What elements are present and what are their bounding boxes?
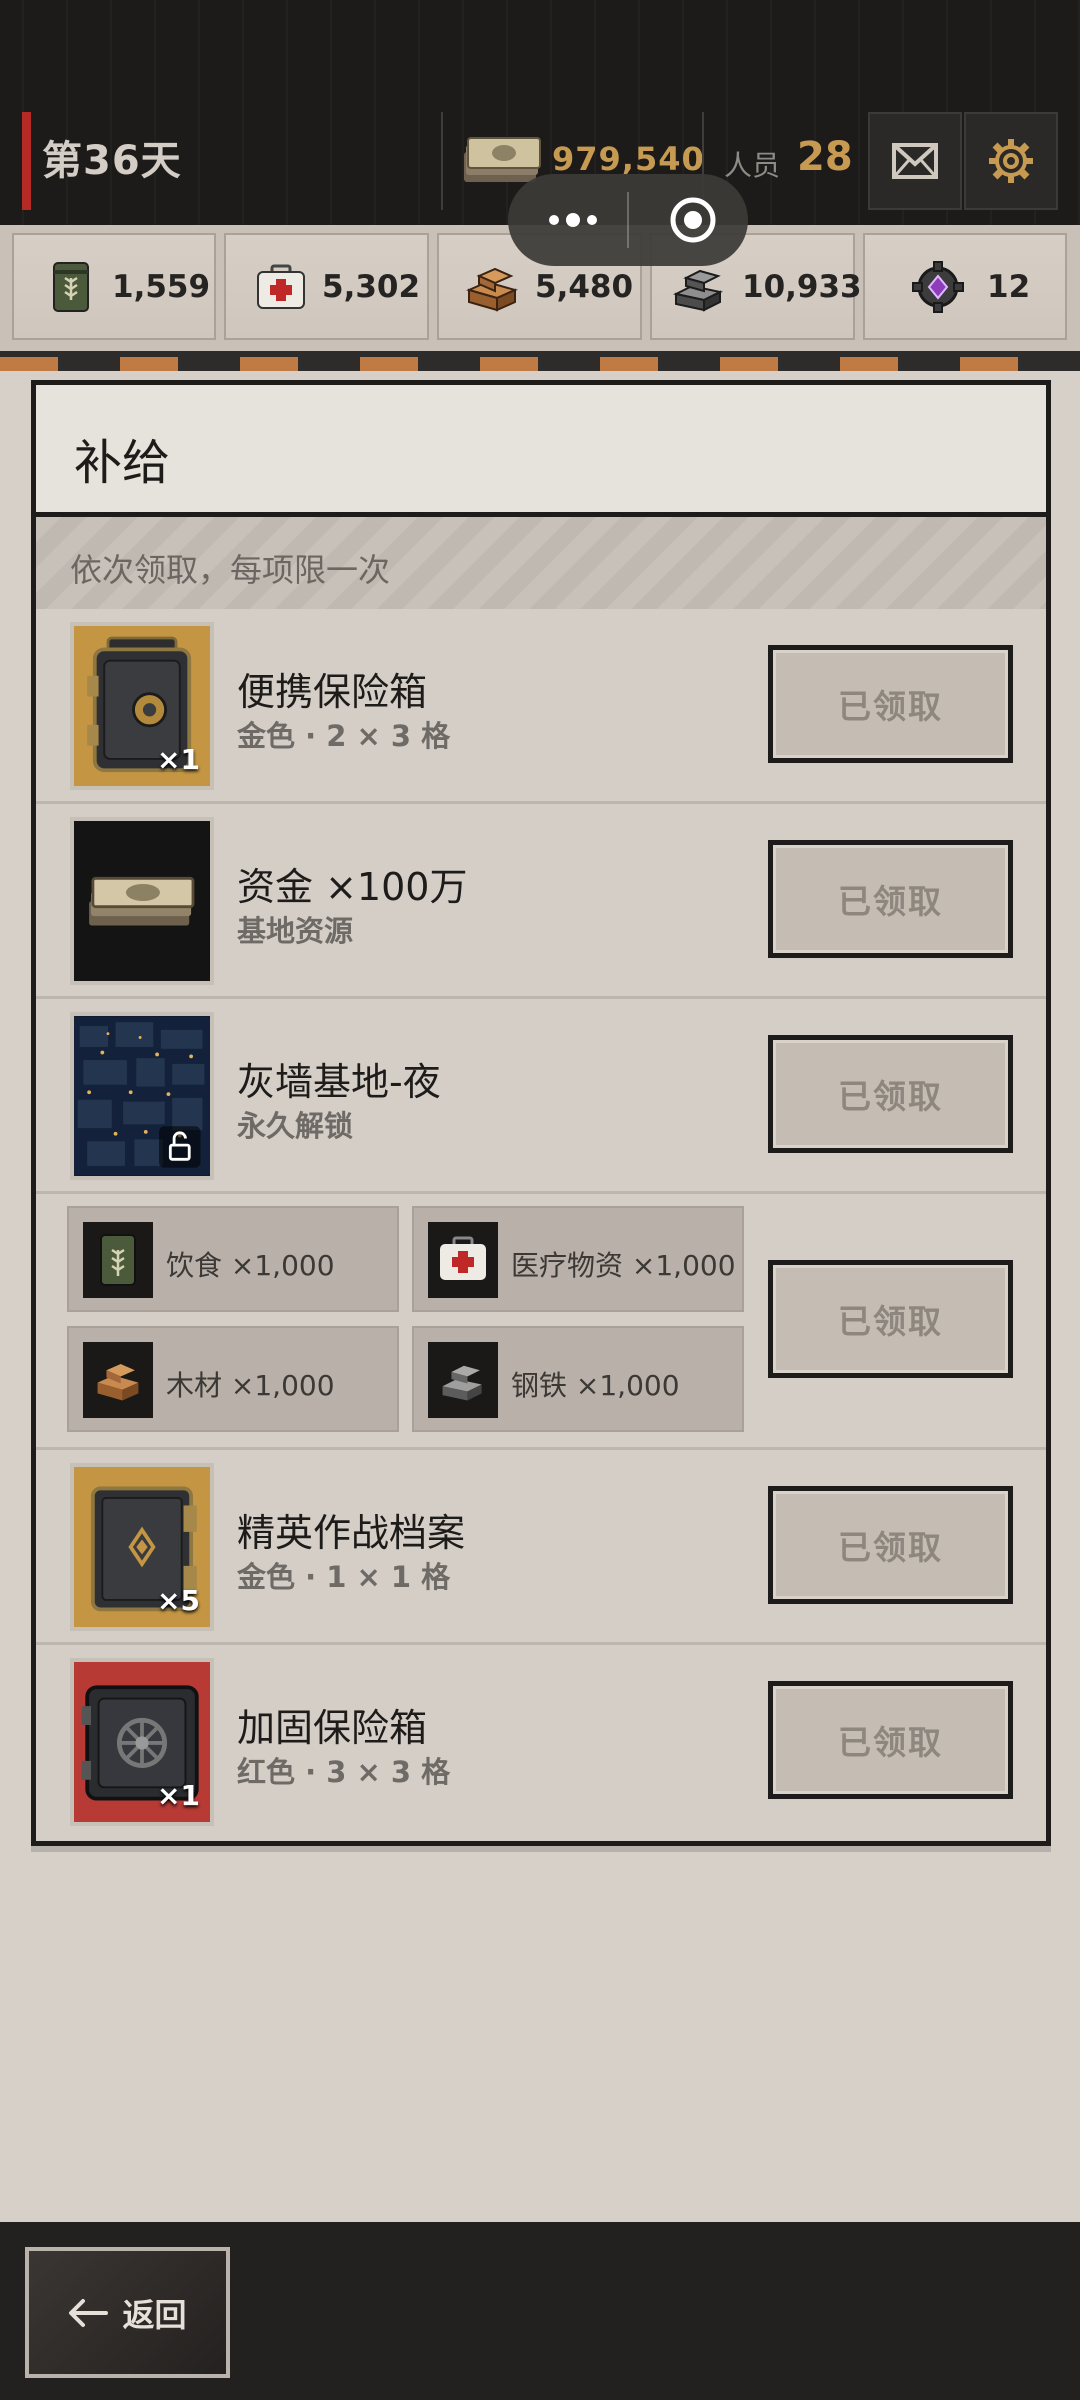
food-can-icon: [83, 1222, 153, 1298]
reward-row: ×1 加固保险箱 红色 · 3 × 3 格 已领取: [36, 1645, 1046, 1840]
reward-row: 资金 ×100万 基地资源 已领取: [36, 804, 1046, 999]
item-subtitle: 基地资源: [237, 914, 354, 948]
claimed-button[interactable]: 已领取: [768, 1486, 1013, 1604]
bundle-label: 钢铁 ×1,000: [511, 1369, 680, 1402]
item-quantity: ×1: [157, 1779, 200, 1812]
settings-button[interactable]: [964, 112, 1058, 210]
gear-icon: [989, 139, 1033, 183]
panel-title: 补给: [74, 435, 171, 491]
people-label: 人员: [724, 149, 781, 182]
hazard-stripe: [0, 357, 1080, 371]
more-button[interactable]: [538, 192, 608, 248]
wood-planks-icon: [466, 267, 518, 312]
cash-icon: [464, 137, 541, 182]
resource-value: 12: [987, 269, 1031, 305]
food-can-icon: [53, 262, 89, 312]
resource-value: 10,933: [742, 269, 862, 305]
back-button[interactable]: 返回: [25, 2247, 230, 2378]
cash-stack-icon: [89, 876, 195, 926]
item-name: 资金 ×100万: [237, 865, 468, 909]
resource-value: 1,559: [112, 269, 211, 305]
day-accent-bar: [22, 112, 31, 210]
mail-icon: [892, 143, 938, 179]
claimed-button[interactable]: 已领取: [768, 1681, 1013, 1799]
medkit-icon: [257, 264, 305, 309]
bundle-label: 木材 ×1,000: [166, 1369, 335, 1402]
item-thumbnail: ×5: [70, 1463, 214, 1631]
bundle-label: 饮食 ×1,000: [166, 1249, 335, 1282]
resource-food: 1,559: [12, 233, 216, 340]
item-quantity: ×5: [157, 1584, 200, 1617]
item-thumbnail: [70, 1012, 214, 1180]
target-close-icon: [670, 197, 716, 243]
steel-ingots-icon: [428, 1342, 498, 1418]
hud-divider: [441, 112, 443, 210]
panel-subtitle: 依次领取，每项限一次: [70, 551, 391, 589]
supply-panel: 补给 依次领取，每项限一次 ×1 便携保险箱 金色 · 2 × 3 格 已领取: [31, 380, 1051, 1846]
resource-medical: 5,302: [224, 233, 429, 340]
resource-core: 12: [863, 233, 1067, 340]
reward-row: 灰墙基地-夜 永久解锁 已领取: [36, 999, 1046, 1194]
arrow-left-icon: [69, 2298, 109, 2327]
claimed-button[interactable]: 已领取: [768, 645, 1013, 763]
bundle-item-medical: 医疗物资 ×1,000: [412, 1206, 744, 1312]
reward-row: ×5 精英作战档案 金色 · 1 × 1 格 已领取: [36, 1450, 1046, 1645]
capsule-divider: [627, 192, 629, 248]
reward-row: ×1 便携保险箱 金色 · 2 × 3 格 已领取: [36, 609, 1046, 804]
item-subtitle: 永久解锁: [237, 1109, 354, 1143]
item-thumbnail: [70, 817, 214, 985]
panel-subheader: 依次领取，每项限一次: [36, 517, 1046, 609]
item-thumbnail: ×1: [70, 1658, 214, 1826]
bundle-item-food: 饮食 ×1,000: [67, 1206, 399, 1312]
bundle-item-wood: 木材 ×1,000: [67, 1326, 399, 1432]
back-label: 返回: [122, 2295, 187, 2334]
medkit-icon: [428, 1222, 498, 1298]
wood-planks-icon: [83, 1342, 153, 1418]
mail-button[interactable]: [868, 112, 962, 210]
night-base-image: [74, 1016, 210, 1176]
item-subtitle: 金色 · 1 × 1 格: [237, 1560, 451, 1594]
day-label: 第36天: [42, 138, 182, 184]
item-subtitle: 红色 · 3 × 3 格: [237, 1755, 451, 1789]
steel-ingots-icon: [673, 269, 723, 312]
claimed-button[interactable]: 已领取: [768, 1260, 1013, 1378]
claimed-button[interactable]: 已领取: [768, 1035, 1013, 1153]
close-miniprogram-button[interactable]: [658, 192, 728, 248]
money-value: 979,540: [552, 140, 705, 178]
bundle-item-steel: 钢铁 ×1,000: [412, 1326, 744, 1432]
item-name: 灰墙基地-夜: [237, 1060, 441, 1104]
panel-header: 补给: [36, 385, 1046, 517]
item-name: 精英作战档案: [237, 1511, 466, 1555]
item-subtitle: 金色 · 2 × 3 格: [237, 719, 451, 753]
resource-value: 5,302: [322, 269, 421, 305]
bottom-bar: 返回: [0, 2222, 1080, 2400]
bundle-label: 医疗物资 ×1,000: [511, 1249, 736, 1282]
item-name: 加固保险箱: [237, 1706, 428, 1750]
people-value: 28: [797, 134, 853, 180]
miniprogram-capsule: [508, 174, 748, 266]
gear-gem-icon: [912, 261, 964, 313]
claimed-button[interactable]: 已领取: [768, 840, 1013, 958]
reward-row-bundle: 饮食 ×1,000 医疗物资 ×1,000 木材 ×1,000 钢铁 ×1,00…: [36, 1194, 1046, 1450]
item-thumbnail: ×1: [70, 622, 214, 790]
item-name: 便携保险箱: [237, 670, 428, 714]
item-quantity: ×1: [157, 743, 200, 776]
resource-value: 5,480: [535, 269, 634, 305]
